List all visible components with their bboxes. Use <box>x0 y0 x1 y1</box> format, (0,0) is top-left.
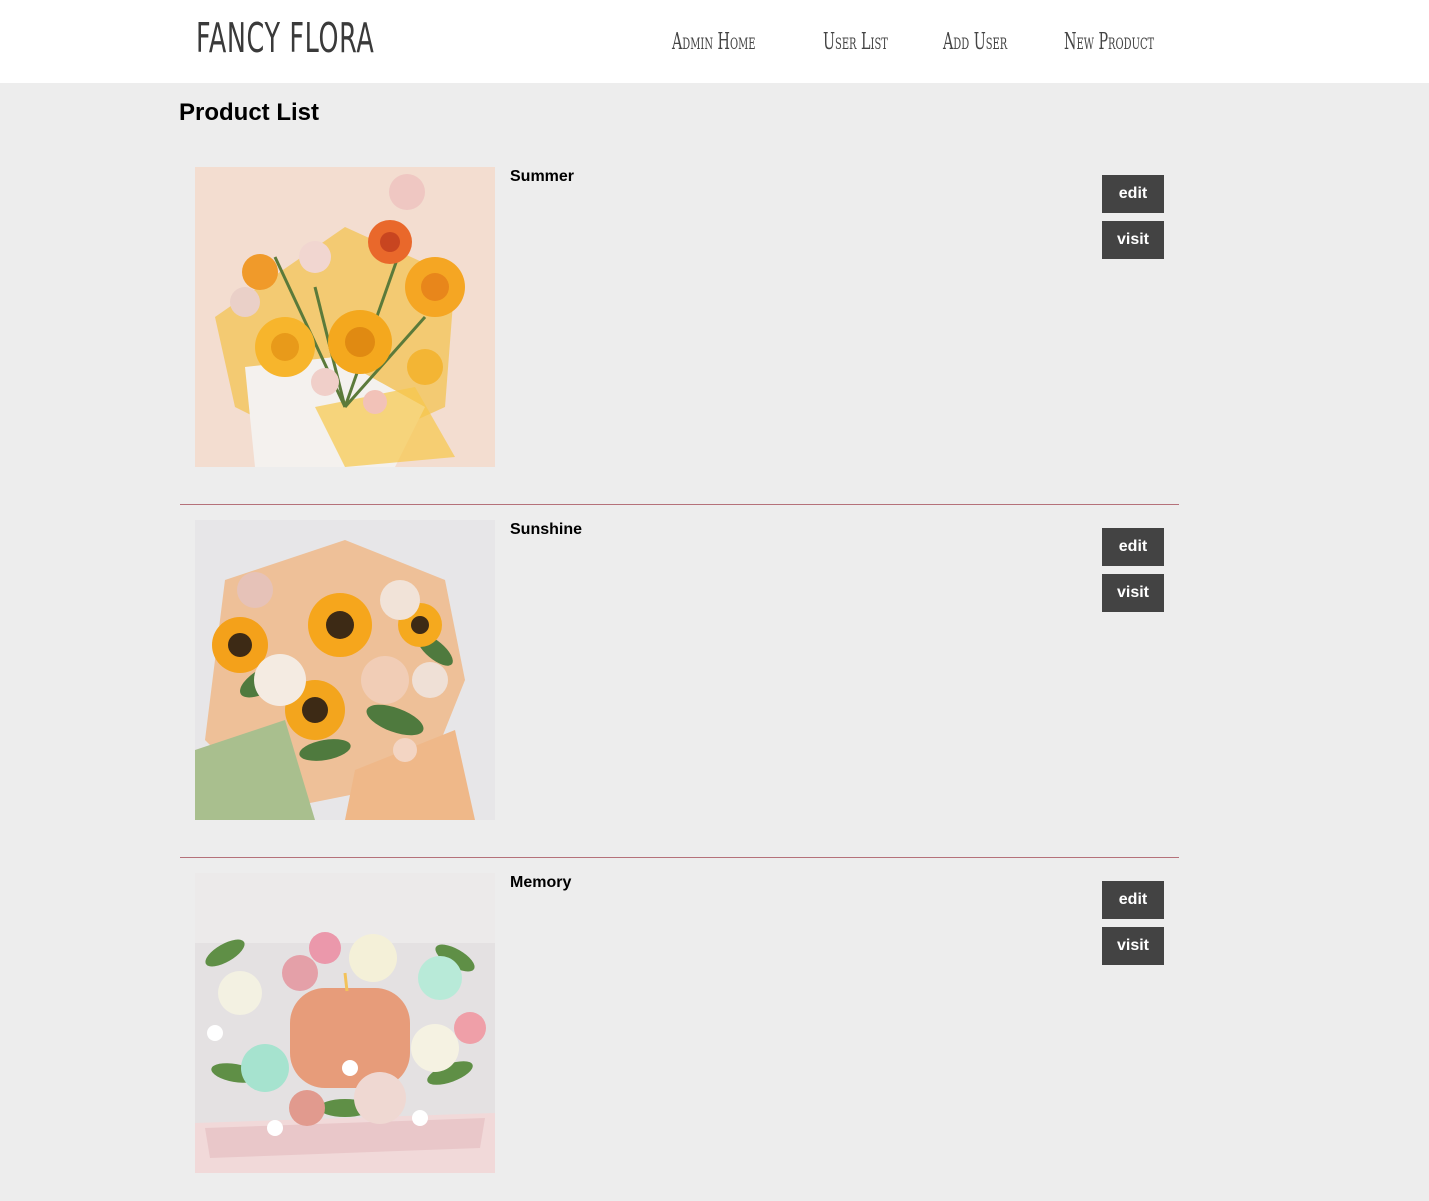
nav-new-product[interactable]: New Product <box>1064 29 1154 55</box>
nav-add-user[interactable]: Add User <box>943 29 1007 55</box>
visit-button[interactable]: visit <box>1102 221 1164 259</box>
edit-button[interactable]: edit <box>1102 528 1164 566</box>
site-header: FANCY FLORA Admin Home User List Add Use… <box>0 0 1429 83</box>
product-row: Sunshine edit visit <box>180 505 1179 858</box>
visit-button[interactable]: visit <box>1102 574 1164 612</box>
edit-button[interactable]: edit <box>1102 175 1164 213</box>
nav-user-list[interactable]: User List <box>823 29 888 55</box>
product-name: Sunshine <box>510 521 583 538</box>
product-row: Memory edit visit <box>180 858 1179 1201</box>
nav-admin-home[interactable]: Admin Home <box>672 29 756 55</box>
visit-button[interactable]: visit <box>1102 927 1164 965</box>
edit-button[interactable]: edit <box>1102 881 1164 919</box>
site-logo[interactable]: FANCY FLORA <box>196 14 374 62</box>
product-image-summer <box>195 167 495 467</box>
product-row: Summer edit visit <box>180 152 1179 505</box>
product-name: Memory <box>510 874 572 891</box>
product-name: Summer <box>510 168 575 185</box>
product-image-memory <box>195 873 495 1173</box>
product-image-sunshine <box>195 520 495 820</box>
page-title: Product List <box>179 99 320 126</box>
